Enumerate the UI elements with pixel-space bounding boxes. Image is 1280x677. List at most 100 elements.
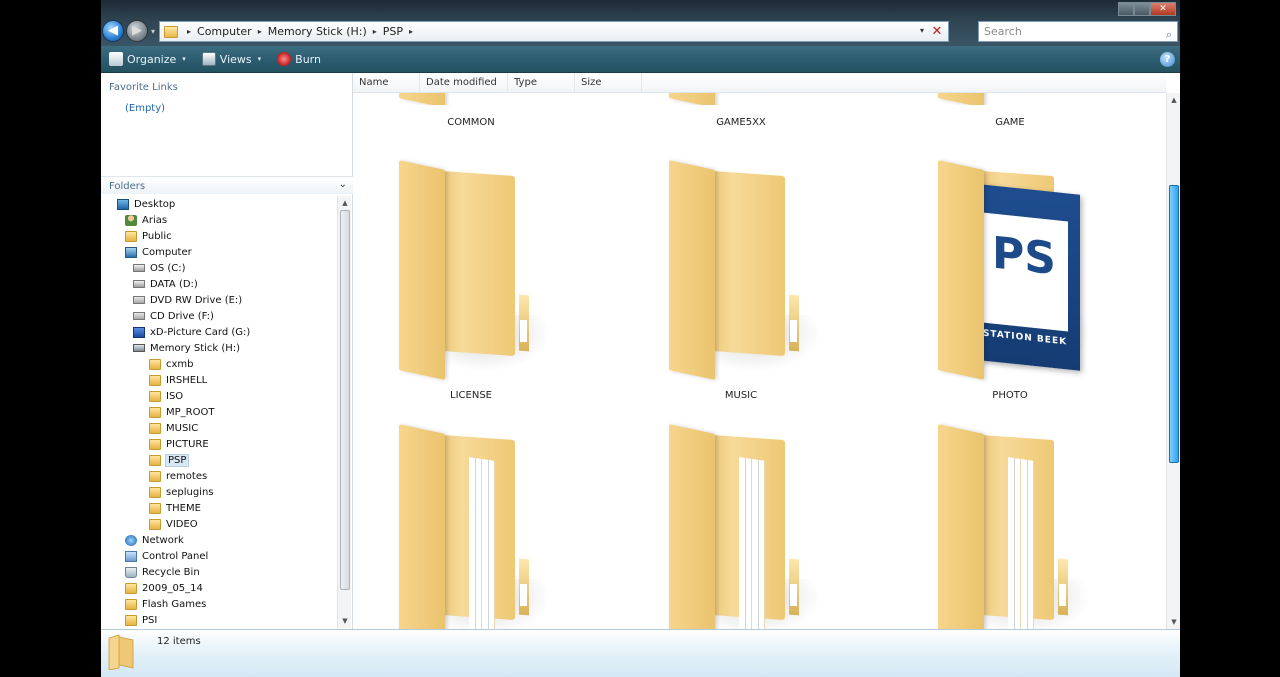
views-label: Views <box>219 52 252 66</box>
tree-item-label: VIDEO <box>166 518 198 530</box>
tree-item[interactable]: Arias <box>125 212 167 228</box>
file-list-scrollbar[interactable]: ▲ ▼ <box>1166 93 1180 629</box>
folder-item[interactable]: LICENSE <box>361 160 581 405</box>
folder-item[interactable] <box>361 424 581 629</box>
folder-icon <box>930 93 1070 105</box>
tree-item[interactable]: seplugins <box>149 484 214 500</box>
tree-item[interactable]: PSI <box>125 612 157 628</box>
folder-item[interactable]: GAME5XX <box>631 93 851 133</box>
tree-item-label: Flash Games <box>142 598 207 610</box>
tree-item[interactable]: MUSIC <box>149 420 198 436</box>
maximize-button[interactable] <box>1134 2 1150 16</box>
tree-item[interactable]: Computer <box>125 244 192 260</box>
tree-item-label: Memory Stick (H:) <box>150 342 241 354</box>
address-dropdown[interactable]: ▾ <box>920 26 924 35</box>
scroll-down-icon[interactable]: ▼ <box>1167 615 1180 629</box>
user-folder-icon <box>125 214 137 226</box>
column-name[interactable]: Name <box>353 73 420 93</box>
scroll-down-icon[interactable]: ▼ <box>338 614 352 628</box>
burn-button[interactable]: Burn <box>277 52 321 66</box>
tree-item[interactable]: OS (C:) <box>133 260 186 276</box>
favorite-links-title: Favorite Links <box>109 82 178 93</box>
tree-item[interactable]: DVD RW Drive (E:) <box>133 292 242 308</box>
breadcrumb-computer[interactable]: Computer <box>197 25 252 38</box>
tree-item-label: PSP <box>164 453 190 467</box>
folder-with-files-icon <box>391 424 556 629</box>
tree-item[interactable]: Public <box>125 228 172 244</box>
scroll-thumb[interactable] <box>340 210 350 590</box>
tree-item[interactable]: Network <box>125 532 184 548</box>
stop-icon[interactable]: ✕ <box>929 24 945 39</box>
favorite-links-empty: (Empty) <box>125 103 166 114</box>
search-placeholder: Search <box>984 25 1022 38</box>
column-size[interactable]: Size <box>575 73 642 93</box>
folder-item[interactable] <box>631 424 851 629</box>
item-label: GAME5XX <box>716 117 766 128</box>
tree-item-label: Network <box>142 534 184 546</box>
tree-item[interactable]: cxmb <box>149 356 194 372</box>
tree-item[interactable]: ISO <box>149 388 183 404</box>
folder-item[interactable]: MUSIC <box>631 160 851 405</box>
search-icon[interactable]: ⌕ <box>1166 25 1172 44</box>
scroll-up-icon[interactable]: ▲ <box>1167 93 1180 107</box>
folders-header[interactable]: Folders ⌄ <box>101 176 353 194</box>
burn-label: Burn <box>295 52 321 66</box>
tree-item[interactable]: PSP <box>149 452 190 468</box>
column-date-modified[interactable]: Date modified <box>420 73 508 93</box>
tree-item[interactable]: DATA (D:) <box>133 276 198 292</box>
tree-item[interactable]: Flash Games <box>125 596 206 612</box>
tree-item[interactable]: CD Drive (F:) <box>133 308 214 324</box>
organize-label: Organize <box>127 52 177 66</box>
back-button[interactable]: ◀ <box>102 20 124 42</box>
folder-item[interactable]: GAME <box>900 93 1120 133</box>
folder-icon <box>125 614 137 626</box>
help-button[interactable]: ? <box>1160 52 1175 67</box>
address-bar[interactable]: ▸ Computer ▸ Memory Stick (H:) ▸ PSP ▸ ▾… <box>159 21 949 42</box>
folder-item[interactable] <box>900 424 1120 629</box>
folder-with-files-icon <box>661 424 826 629</box>
column-type[interactable]: Type <box>508 73 575 93</box>
chevron-right-icon[interactable]: ▸ <box>373 27 377 36</box>
tree-item[interactable]: Memory Stick (H:) <box>133 340 240 356</box>
forward-button[interactable]: ▶ <box>126 20 148 42</box>
chevron-down-icon[interactable]: ⌄ <box>339 179 347 190</box>
folder-icon <box>125 582 137 594</box>
forward-arrow-icon: ▶ <box>132 23 142 38</box>
close-button[interactable]: ✕ <box>1150 2 1176 16</box>
recent-pages-dropdown[interactable]: ▾ <box>151 27 155 36</box>
tree-item[interactable]: Control Panel <box>125 548 208 564</box>
folder-item[interactable]: PS STATION BEEK PHOTO <box>900 160 1120 405</box>
search-input[interactable]: Search ⌕ <box>978 21 1178 42</box>
breadcrumb-psp[interactable]: PSP <box>383 25 403 38</box>
tree-item[interactable]: VIDEO <box>149 516 198 532</box>
chevron-right-icon[interactable]: ▸ <box>187 27 191 36</box>
folder-tree-scrollbar[interactable]: ▲ ▼ <box>337 196 351 628</box>
breadcrumb-memory-stick[interactable]: Memory Stick (H:) <box>268 25 367 38</box>
playstation-card: PS STATION BEEK <box>970 183 1080 371</box>
tree-item-label: MP_ROOT <box>166 406 215 418</box>
tree-item-label: xD-Picture Card (G:) <box>150 326 251 338</box>
folder-icon <box>125 230 137 242</box>
folders-title: Folders <box>109 181 146 192</box>
tree-item[interactable]: remotes <box>149 468 207 484</box>
tree-item[interactable]: 2009_05_14 <box>125 580 203 596</box>
tree-item[interactable]: xD-Picture Card (G:) <box>133 324 250 340</box>
tree-item[interactable]: IRSHELL <box>149 372 207 388</box>
memory-stick-icon <box>133 344 145 352</box>
scroll-up-icon[interactable]: ▲ <box>338 196 352 210</box>
scroll-thumb[interactable] <box>1169 185 1179 463</box>
organize-button[interactable]: Organize ▾ <box>109 52 186 66</box>
minimize-button[interactable] <box>1118 2 1134 16</box>
recycle-bin-icon <box>125 566 137 578</box>
tree-item[interactable]: MP_ROOT <box>149 404 214 420</box>
folder-item[interactable]: COMMON <box>361 93 581 133</box>
tree-item[interactable]: THEME <box>149 500 201 516</box>
chevron-right-icon[interactable]: ▸ <box>258 27 262 36</box>
views-button[interactable]: Views ▾ <box>201 52 261 66</box>
tree-item[interactable]: Recycle Bin <box>125 564 200 580</box>
folder-icon <box>149 406 161 418</box>
tree-item[interactable]: Desktop <box>117 196 175 212</box>
tree-item-label: THEME <box>166 502 201 514</box>
chevron-right-icon[interactable]: ▸ <box>409 27 413 36</box>
tree-item[interactable]: PICTURE <box>149 436 209 452</box>
